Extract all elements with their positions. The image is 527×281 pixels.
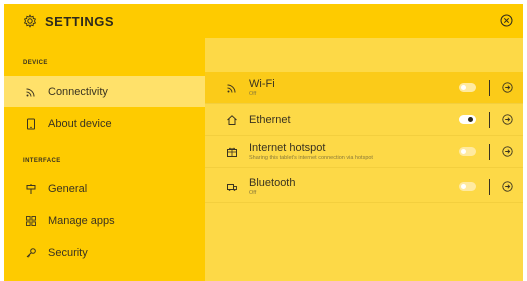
chevron-right-icon[interactable] xyxy=(502,181,513,192)
list-item-internet-hotspot[interactable]: Internet hotspot Sharing this tablet's i… xyxy=(205,136,523,168)
toggle-knob xyxy=(461,85,466,90)
toggle-knob xyxy=(461,184,466,189)
page-title: SETTINGS xyxy=(45,13,115,29)
ethernet-label: Ethernet xyxy=(249,113,291,126)
hotspot-toggle[interactable] xyxy=(459,147,476,156)
sidebar: DEVICE Connectivity About device INTERFA… xyxy=(4,38,205,281)
key-icon xyxy=(24,246,38,260)
section-label-device: DEVICE xyxy=(23,60,48,66)
bluetooth-device-icon xyxy=(225,180,239,194)
sidebar-item-label: About device xyxy=(48,117,112,130)
row-divider xyxy=(489,80,490,96)
chevron-right-icon[interactable] xyxy=(502,146,513,157)
toggle-knob xyxy=(468,117,473,122)
toggle-knob xyxy=(461,149,466,154)
sidebar-item-security[interactable]: Security xyxy=(4,237,205,268)
row-divider xyxy=(489,112,490,128)
hotspot-description: Sharing this tablet's internet connectio… xyxy=(249,154,373,161)
ethernet-toggle[interactable] xyxy=(459,115,476,124)
chevron-right-icon[interactable] xyxy=(502,114,513,125)
settings-window: SETTINGS DEVICE Connectivity About devic… xyxy=(4,4,523,281)
list-item-bluetooth[interactable]: Bluetooth Off xyxy=(205,171,523,203)
bluetooth-status: Off xyxy=(249,189,257,196)
section-label-interface: INTERFACE xyxy=(23,158,61,164)
sidebar-item-label: Manage apps xyxy=(48,214,115,227)
bluetooth-toggle[interactable] xyxy=(459,182,476,191)
sidebar-item-label: General xyxy=(48,182,88,195)
apps-grid-icon xyxy=(24,214,38,228)
sidebar-item-general[interactable]: General xyxy=(4,173,205,204)
list-item-ethernet[interactable]: Ethernet xyxy=(205,104,523,136)
chevron-right-icon[interactable] xyxy=(502,82,513,93)
row-divider xyxy=(489,144,490,160)
list-item-wifi[interactable]: Wi-Fi Off xyxy=(205,72,523,104)
wifi-icon xyxy=(24,85,38,99)
close-icon[interactable] xyxy=(499,13,514,28)
row-divider xyxy=(489,179,490,195)
sidebar-item-label: Security xyxy=(48,246,88,259)
signpost-icon xyxy=(24,182,38,196)
sidebar-item-label: Connectivity xyxy=(48,85,108,98)
gear-icon xyxy=(23,14,37,28)
home-icon xyxy=(225,113,239,127)
sidebar-item-about-device[interactable]: About device xyxy=(4,108,205,139)
sidebar-item-manage-apps[interactable]: Manage apps xyxy=(4,205,205,236)
connectivity-panel: Wi-Fi Off Ethernet Internet hotspot Shar… xyxy=(205,38,523,281)
wifi-toggle[interactable] xyxy=(459,83,476,92)
header-bar: SETTINGS xyxy=(4,4,523,38)
tablet-icon xyxy=(24,117,38,131)
wifi-label: Wi-Fi xyxy=(249,77,275,90)
wifi-status: Off xyxy=(249,90,257,97)
hotspot-label: Internet hotspot xyxy=(249,141,326,154)
hotspot-icon xyxy=(225,145,239,159)
wifi-icon xyxy=(225,81,239,95)
bluetooth-label: Bluetooth xyxy=(249,176,296,189)
sidebar-item-connectivity[interactable]: Connectivity xyxy=(4,76,205,107)
